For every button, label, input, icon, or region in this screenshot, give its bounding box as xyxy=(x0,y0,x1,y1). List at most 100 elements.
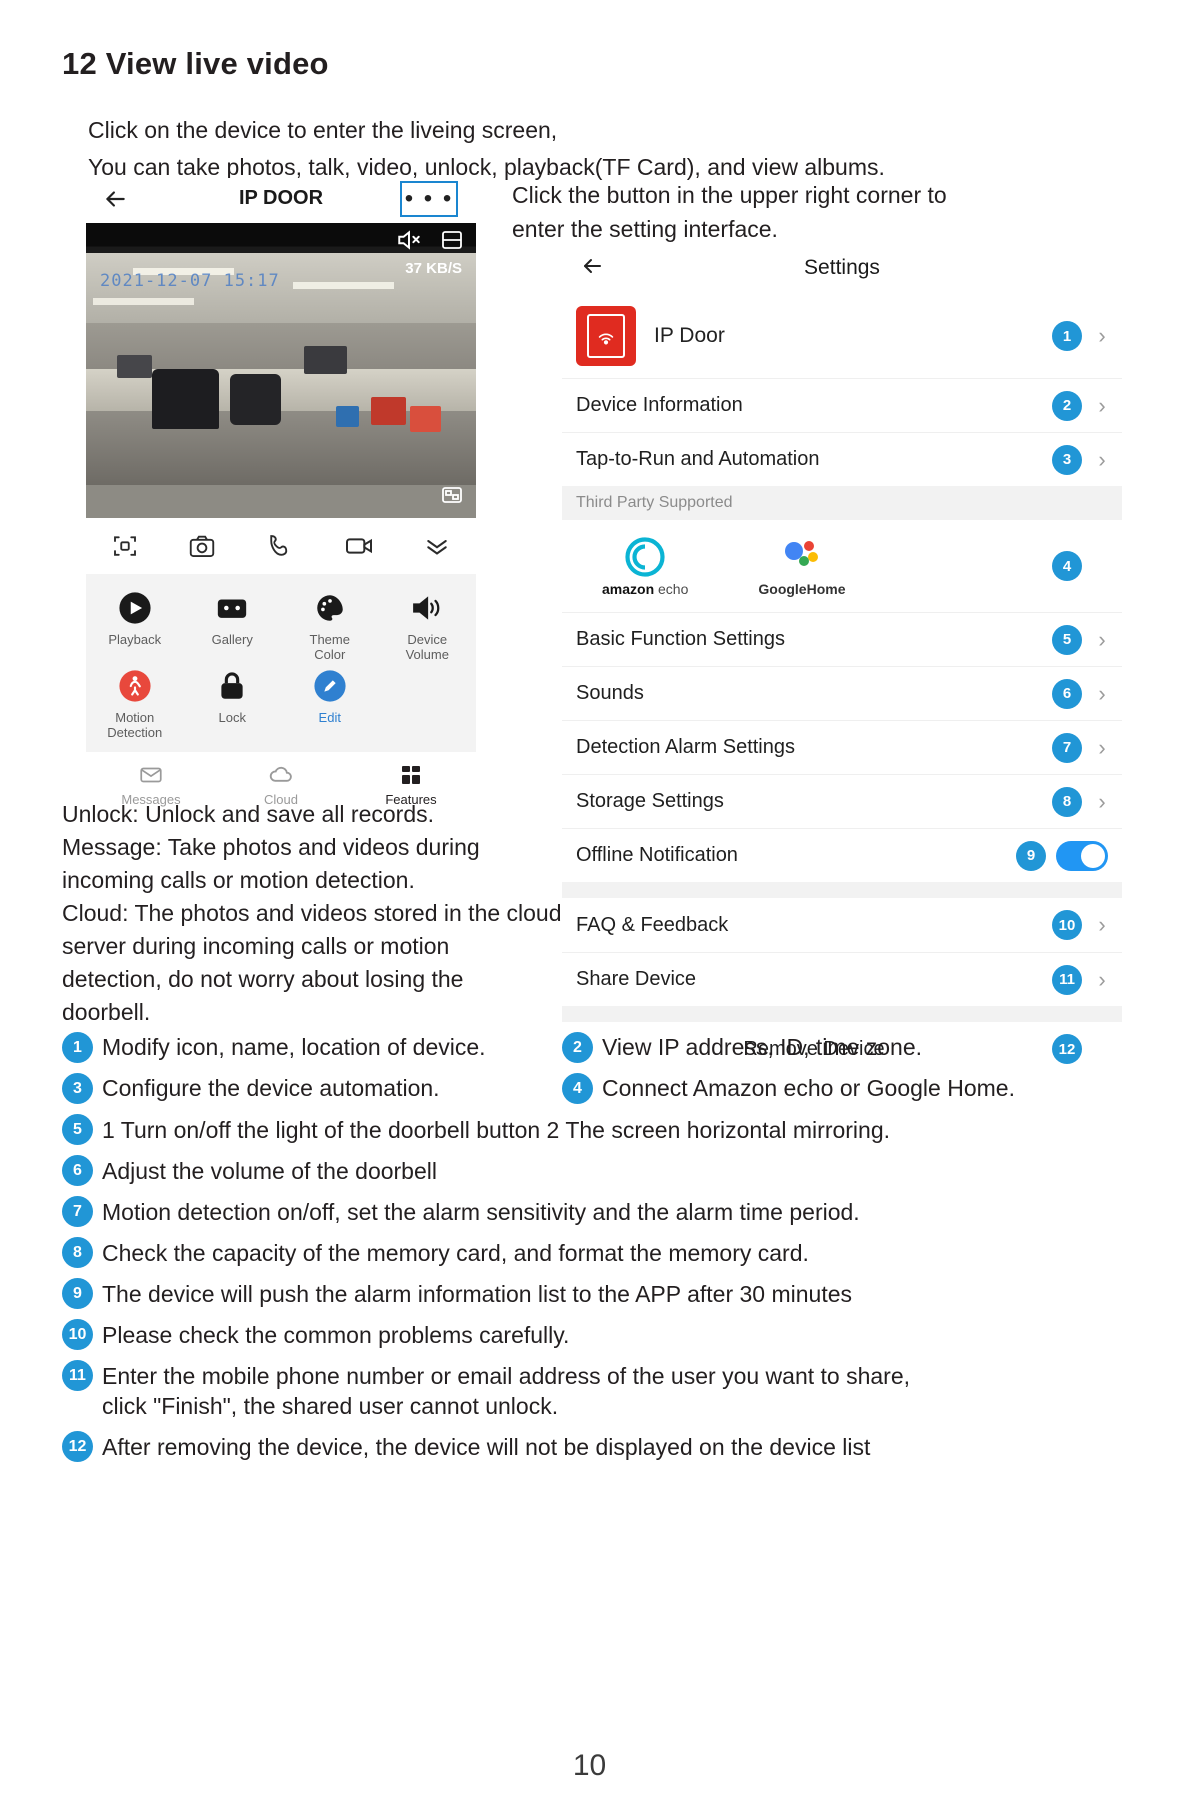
amazon-alexa-icon xyxy=(602,535,688,579)
feature-grid-row-2: Motion Detection Lock Edit xyxy=(86,662,476,740)
chevron-right-icon: › xyxy=(1098,392,1106,418)
legend-number: 10 xyxy=(62,1319,93,1350)
live-control-row xyxy=(86,518,476,574)
more-options-button[interactable]: • • • xyxy=(400,181,458,217)
snapshot-frame-icon[interactable] xyxy=(110,531,140,561)
feature-empty xyxy=(379,662,477,740)
feature-label: Gallery xyxy=(211,632,253,647)
page-number: 10 xyxy=(572,1749,607,1782)
palette-icon xyxy=(310,588,350,628)
brand-google-home[interactable]: GoogleHome xyxy=(758,535,846,597)
callout-badge: 1 xyxy=(1052,321,1082,351)
offline-notification-toggle[interactable] xyxy=(1056,840,1108,871)
feature-edit[interactable]: Edit xyxy=(281,662,379,740)
settings-row-device[interactable]: IP Door 1 › xyxy=(562,294,1122,378)
legend-pair-2: 3 Configure the device automation. 4 Con… xyxy=(62,1073,1122,1104)
legend-item-9: 9 The device will push the alarm informa… xyxy=(62,1278,1122,1309)
lock-icon xyxy=(212,666,252,706)
legend-text: Please check the common problems careful… xyxy=(102,1322,570,1348)
third-party-header: Third Party Supported xyxy=(562,486,1122,520)
settings-row-basic-function[interactable]: Basic Function Settings 5 › xyxy=(562,612,1122,666)
row-label: Tap-to-Run and Automation xyxy=(576,448,820,470)
video-preview[interactable]: 2021-12-07 15:17 37 KB/S xyxy=(86,223,476,518)
legend-number: 12 xyxy=(62,1431,93,1462)
feature-description: Unlock: Unlock and save all records. Mes… xyxy=(62,801,562,1025)
pencil-icon xyxy=(310,666,350,706)
legend-text: Motion detection on/off, set the alarm s… xyxy=(102,1199,860,1225)
settings-row-detection-alarm[interactable]: Detection Alarm Settings 7 › xyxy=(562,720,1122,774)
legend-number: 6 xyxy=(62,1155,93,1186)
legend-number: 8 xyxy=(62,1237,93,1268)
legend-item-10: 10 Please check the common problems care… xyxy=(62,1319,1122,1350)
callout-badge: 4 xyxy=(1052,551,1082,581)
legend-item: 2 View IP address, ID, time zone. xyxy=(562,1032,922,1063)
feature-grid: Playback Gallery Theme Color Device Volu… xyxy=(86,574,476,752)
legend-number: 1 xyxy=(62,1032,93,1063)
video-bitrate: 37 KB/S xyxy=(405,260,462,277)
chevron-right-icon: › xyxy=(1098,680,1106,706)
mail-icon xyxy=(86,762,216,788)
legend-text: 1 Turn on/off the light of the doorbell … xyxy=(102,1117,891,1143)
callout-badge: 7 xyxy=(1052,732,1082,763)
collapse-chevrons-icon[interactable] xyxy=(422,531,452,561)
settings-row-third-party[interactable]: amazon echo GoogleHome 4 › xyxy=(562,520,1122,612)
row-label: Detection Alarm Settings xyxy=(576,736,795,758)
legend-item-6: 6 Adjust the volume of the doorbell xyxy=(62,1155,1122,1186)
feature-theme-color[interactable]: Theme Color xyxy=(281,584,379,662)
legend-item-8: 8 Check the capacity of the memory card,… xyxy=(62,1237,1122,1268)
feature-playback[interactable]: Playback xyxy=(86,584,184,662)
device-name: IP Door xyxy=(654,324,725,347)
legend-text: Check the capacity of the memory card, a… xyxy=(102,1240,809,1266)
page-title: 12 View live video xyxy=(62,46,329,81)
brand-label: amazon echo xyxy=(602,581,689,597)
intro-text: Click on the device to enter the liveing… xyxy=(88,117,885,180)
callout-badge: 6 xyxy=(1052,678,1082,709)
feature-label: Lock xyxy=(218,710,246,725)
manual-page: 12 View live video Click on the device t… xyxy=(0,0,1179,1805)
legend-item-5: 5 1 Turn on/off the light of the doorbel… xyxy=(62,1114,1122,1145)
legend-text: View IP address, ID, time zone. xyxy=(602,1034,923,1060)
brand-amazon-echo[interactable]: amazon echo xyxy=(602,535,688,597)
fullscreen-icon[interactable] xyxy=(440,483,464,512)
call-icon[interactable] xyxy=(265,531,295,561)
chevron-right-icon: › xyxy=(1098,788,1106,814)
motion-person-icon xyxy=(115,666,155,706)
settings-row-device-information[interactable]: Device Information 2 › xyxy=(562,378,1122,432)
live-video-screenshot: IP DOOR • • • 2021-12-07 15:17 37 KB/S P… xyxy=(86,178,476,815)
legend-item-12: 12 After removing the device, the device… xyxy=(62,1431,1122,1462)
feature-label: Device Volume xyxy=(405,632,449,662)
feature-device-volume[interactable]: Device Volume xyxy=(379,584,477,662)
legend-text: Connect Amazon echo or Google Home. xyxy=(602,1075,1015,1101)
video-overlay-icons xyxy=(396,227,464,253)
camera-icon[interactable] xyxy=(187,531,217,561)
brand-list: amazon echo GoogleHome xyxy=(576,535,1052,597)
feature-label: Motion Detection xyxy=(107,710,163,740)
legend-number: 5 xyxy=(62,1114,93,1145)
legend-number: 2 xyxy=(562,1032,593,1063)
settings-row-sounds[interactable]: Sounds 6 › xyxy=(562,666,1122,720)
callout-badge: 10 xyxy=(1052,910,1082,940)
legend-item: 1 Modify icon, name, location of device. xyxy=(62,1032,562,1063)
chevron-right-icon: › xyxy=(1098,912,1106,937)
chevron-right-icon: › xyxy=(1098,323,1106,348)
settings-title: Settings xyxy=(804,256,880,279)
callout-badge: 9 xyxy=(1016,840,1046,871)
row-label: Sounds xyxy=(576,682,644,704)
feature-lock[interactable]: Lock xyxy=(184,662,282,740)
feature-motion-detection[interactable]: Motion Detection xyxy=(86,662,184,740)
chevron-placeholder: › xyxy=(1082,553,1122,579)
split-screen-icon[interactable] xyxy=(440,228,464,252)
legend-pair-1: 1 Modify icon, name, location of device.… xyxy=(62,1032,1122,1063)
row-label: Device Information xyxy=(576,394,743,416)
speaker-muted-icon[interactable] xyxy=(396,227,422,253)
legend-number: 4 xyxy=(562,1073,593,1104)
settings-row-tap-to-run[interactable]: Tap-to-Run and Automation 3 › xyxy=(562,432,1122,486)
legend-text: After removing the device, the device wi… xyxy=(102,1434,871,1460)
row-label: Basic Function Settings xyxy=(576,628,785,650)
legend-text: Modify icon, name, location of device. xyxy=(102,1034,486,1060)
feature-gallery[interactable]: Gallery xyxy=(184,584,282,662)
callout-badge: 3 xyxy=(1052,444,1082,475)
callout-badge: 2 xyxy=(1052,390,1082,421)
video-record-icon[interactable] xyxy=(343,530,375,562)
video-timestamp: 2021-12-07 15:17 xyxy=(100,271,280,291)
